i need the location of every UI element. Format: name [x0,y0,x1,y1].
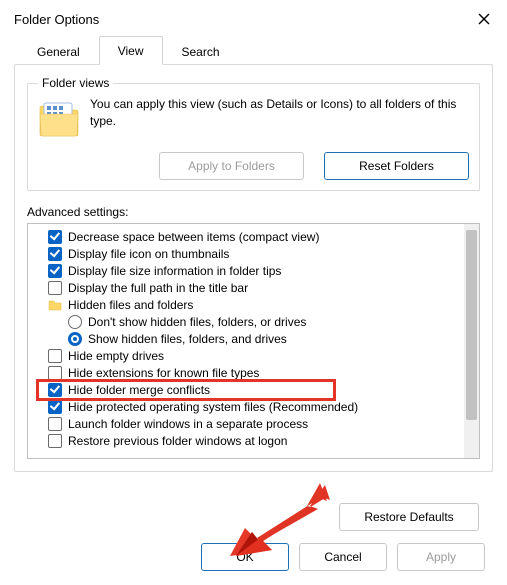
item-label: Hide folder merge conflicts [68,383,210,397]
checkbox-icon[interactable] [48,400,62,414]
checkbox-icon[interactable] [48,366,62,380]
item-label: Display file icon on thumbnails [68,247,229,261]
checkbox-icon[interactable] [48,247,62,261]
list-item[interactable]: Hide protected operating system files (R… [32,398,477,415]
window-title: Folder Options [14,12,99,27]
tab-search[interactable]: Search [163,37,239,65]
list-item[interactable]: Hide empty drives [32,347,477,364]
group-title: Folder views [38,76,113,90]
tab-view[interactable]: View [99,36,163,65]
list-item[interactable]: Restore previous folder windows at logon [32,432,477,449]
list-item[interactable]: Display file icon on thumbnails [32,245,477,262]
item-label: Don't show hidden files, folders, or dri… [88,315,306,329]
folder-views-description: You can apply this view (such as Details… [90,96,469,130]
scrollbar[interactable] [464,224,479,458]
list-item[interactable]: Hide folder merge conflicts [32,381,477,398]
radio-icon[interactable] [68,315,82,329]
checkbox-icon[interactable] [48,383,62,397]
radio-icon[interactable] [68,332,82,346]
checkbox-icon[interactable] [48,417,62,431]
checkbox-icon[interactable] [48,434,62,448]
list-item[interactable]: Decrease space between items (compact vi… [32,228,477,245]
list-item[interactable]: Show hidden files, folders, and drives [32,330,477,347]
item-label: Decrease space between items (compact vi… [68,230,319,244]
item-label: Display the full path in the title bar [68,281,248,295]
item-label: Show hidden files, folders, and drives [88,332,287,346]
folder-icon [38,98,80,140]
item-label: Launch folder windows in a separate proc… [68,417,308,431]
list-item[interactable]: Display the full path in the title bar [32,279,477,296]
reset-folders-button[interactable]: Reset Folders [324,152,469,180]
list-item[interactable]: Display file size information in folder … [32,262,477,279]
ok-button[interactable]: OK [201,543,289,571]
apply-button[interactable]: Apply [397,543,485,571]
advanced-settings-label: Advanced settings: [27,205,480,219]
item-label: Hide extensions for known file types [68,366,259,380]
checkbox-icon[interactable] [48,281,62,295]
folder-views-group: Folder views You can apply this view (su… [27,83,480,191]
item-label: Restore previous folder windows at logon [68,434,287,448]
list-item[interactable]: Don't show hidden files, folders, or dri… [32,313,477,330]
apply-to-folders-button[interactable]: Apply to Folders [159,152,304,180]
item-label: Display file size information in folder … [68,264,281,278]
advanced-settings-listbox[interactable]: Decrease space between items (compact vi… [27,223,480,459]
close-icon [477,12,491,26]
checkbox-icon[interactable] [48,349,62,363]
item-label: Hide empty drives [68,349,164,363]
item-label: Hidden files and folders [68,298,193,312]
list-item[interactable]: Hide extensions for known file types [32,364,477,381]
list-item[interactable]: Launch folder windows in a separate proc… [32,415,477,432]
checkbox-icon[interactable] [48,230,62,244]
item-label: Hide protected operating system files (R… [68,400,358,414]
tab-general[interactable]: General [18,37,99,65]
folder-icon [48,298,62,312]
scroll-thumb[interactable] [466,230,477,420]
restore-defaults-button[interactable]: Restore Defaults [339,503,479,531]
checkbox-icon[interactable] [48,264,62,278]
list-item: Hidden files and folders [32,296,477,313]
close-button[interactable] [475,10,493,28]
cancel-button[interactable]: Cancel [299,543,387,571]
